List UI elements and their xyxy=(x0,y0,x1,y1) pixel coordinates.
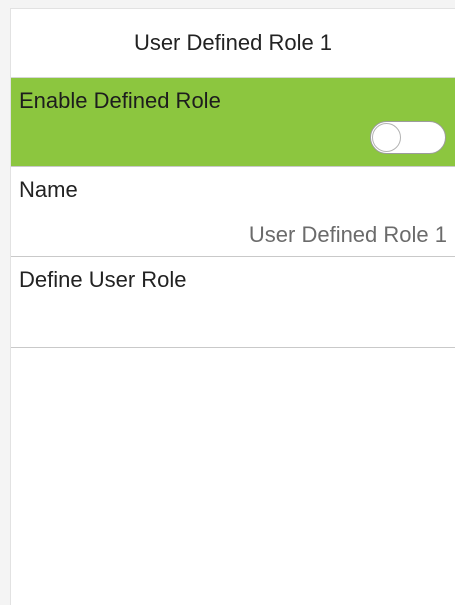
page-title: User Defined Role 1 xyxy=(11,9,455,78)
define-user-role-label: Define User Role xyxy=(19,267,187,292)
name-label: Name xyxy=(19,177,78,202)
device-screen: User Defined Role 1 Enable Defined Role … xyxy=(10,8,455,605)
enable-defined-role-toggle[interactable] xyxy=(370,121,446,154)
name-value: User Defined Role 1 xyxy=(248,222,447,247)
define-user-role-row[interactable]: Define User Role xyxy=(11,257,455,348)
enable-defined-role-row[interactable]: Enable Defined Role xyxy=(11,78,455,167)
name-row[interactable]: Name User Defined Role 1 xyxy=(11,167,455,257)
enable-defined-role-label: Enable Defined Role xyxy=(19,88,221,113)
toggle-knob xyxy=(372,123,401,152)
